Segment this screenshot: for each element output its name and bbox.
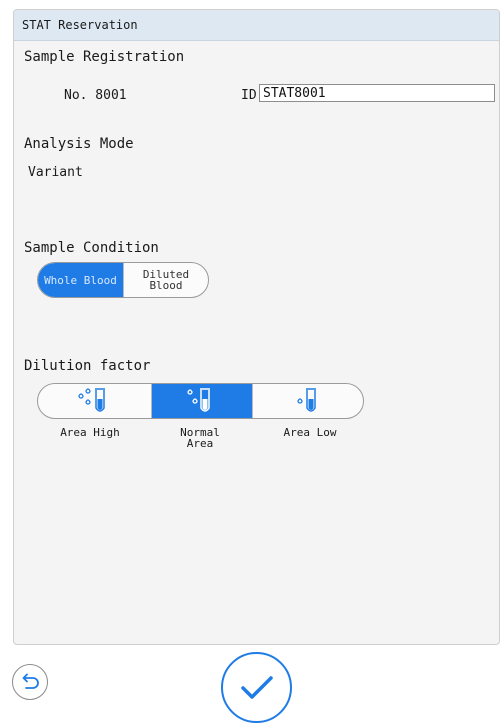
normal-area-label: Normal Area bbox=[180, 426, 220, 450]
diluted-blood-option[interactable]: Diluted Blood bbox=[123, 263, 208, 297]
id-label: ID bbox=[241, 88, 257, 103]
confirm-button[interactable] bbox=[221, 652, 292, 723]
diluted-label-line2: Blood bbox=[149, 279, 183, 292]
sample-number: No. 8001 bbox=[64, 88, 127, 103]
tube-one-drop-icon bbox=[297, 388, 316, 412]
analysis-mode-value: Variant bbox=[28, 165, 83, 180]
area-high-label: Area High bbox=[60, 426, 120, 439]
area-low-label: Area Low bbox=[283, 426, 337, 439]
normal-area-option[interactable] bbox=[151, 384, 252, 418]
sample-condition-heading: Sample Condition bbox=[24, 240, 159, 256]
tube-two-drops-icon bbox=[187, 388, 210, 412]
area-low-option[interactable] bbox=[252, 384, 363, 418]
undo-arrow-icon bbox=[22, 673, 39, 689]
tube-three-drops-icon bbox=[77, 388, 105, 412]
dialog-titlebar: STAT Reservation bbox=[14, 10, 499, 41]
id-input[interactable] bbox=[259, 84, 495, 102]
sample-condition-toggle: Whole Blood Diluted Blood bbox=[37, 262, 209, 298]
analysis-mode-heading: Analysis Mode bbox=[24, 136, 134, 152]
whole-blood-label: Whole Blood bbox=[44, 273, 117, 287]
whole-blood-option[interactable]: Whole Blood bbox=[38, 263, 123, 297]
checkmark-icon bbox=[240, 675, 273, 699]
back-button[interactable] bbox=[12, 664, 48, 700]
sample-registration-heading: Sample Registration bbox=[24, 49, 185, 65]
area-high-option[interactable] bbox=[38, 384, 151, 418]
dilution-factor-heading: Dilution factor bbox=[24, 358, 151, 374]
dilution-factor-toggle bbox=[37, 383, 364, 419]
dialog-title: STAT Reservation bbox=[22, 18, 138, 32]
stat-reservation-dialog: STAT Reservation Sample Registration No.… bbox=[13, 9, 500, 645]
